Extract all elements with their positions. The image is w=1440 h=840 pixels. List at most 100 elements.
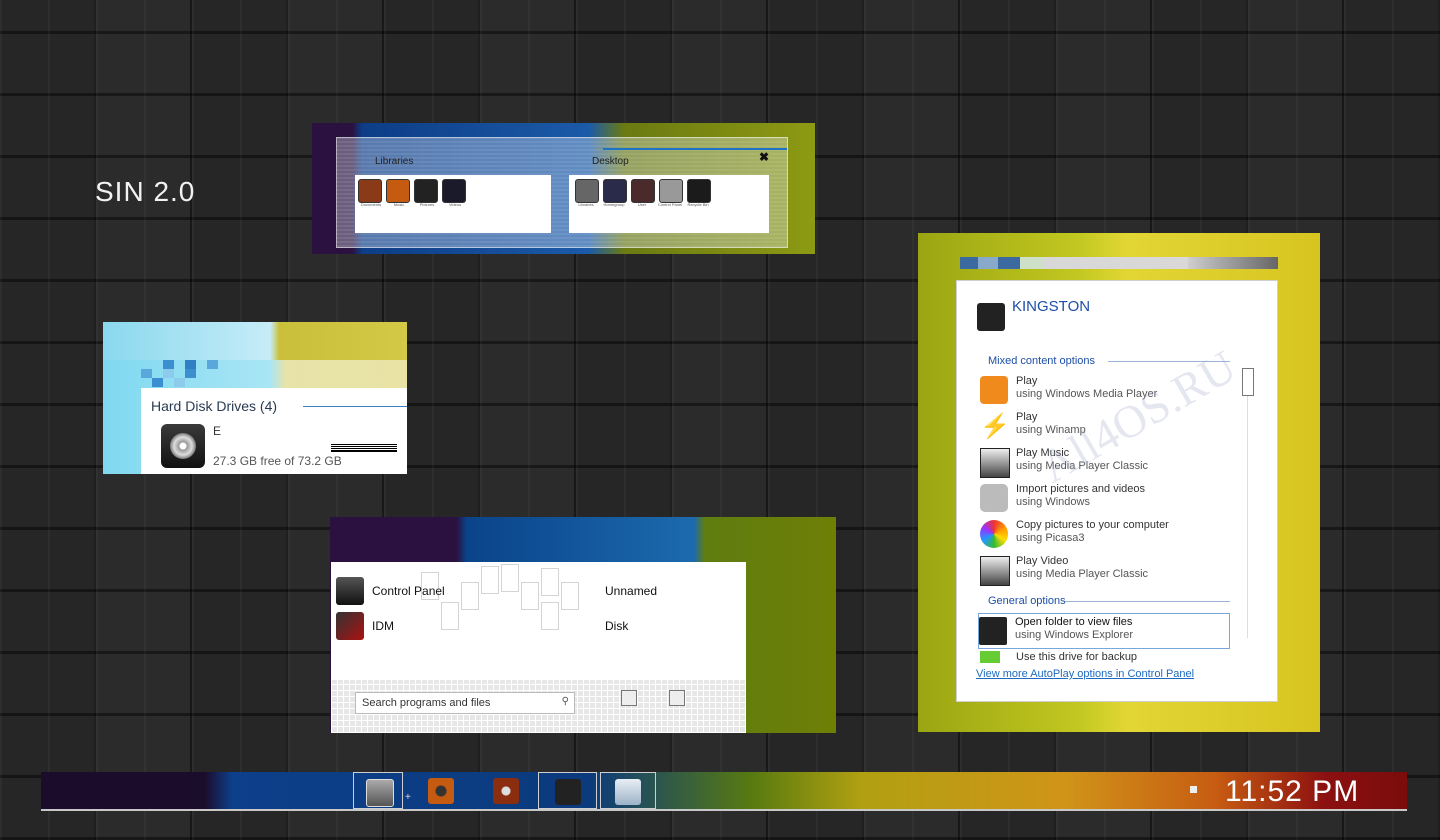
program-control-panel[interactable]: Control Panel xyxy=(336,577,445,605)
option-play-video-mpc[interactable]: Play Video using Media Player Classic xyxy=(980,553,1230,587)
start-menu-footer: Search programs and files ⚲ xyxy=(331,680,746,733)
option-title: Use this drive for backup xyxy=(1016,651,1138,663)
winamp-icon: ⚡ xyxy=(980,413,1010,440)
option-copy-picasa[interactable]: Copy pictures to your computer using Pic… xyxy=(980,517,1230,551)
libraries-icon xyxy=(575,179,599,203)
taskbar: + 11:52 PM xyxy=(41,772,1407,811)
option-open-folder[interactable]: Open folder to view files using Windows … xyxy=(978,613,1230,649)
tile xyxy=(174,378,185,387)
close-icon[interactable]: ✖ xyxy=(759,150,769,164)
tile xyxy=(141,369,152,378)
option-subtitle: using Picasa3 xyxy=(1016,532,1085,544)
right-item-label: Unnamed xyxy=(605,584,658,598)
explorer-window: Hard Disk Drives (4) E 27.3 GB free of 7… xyxy=(103,322,407,474)
option-backup[interactable]: Use this drive for backup xyxy=(980,651,1230,663)
tile-ghost xyxy=(481,566,499,594)
theme-title: SIN 2.0 xyxy=(95,176,196,207)
section-divider xyxy=(1065,601,1230,602)
tile-ghost xyxy=(521,582,539,610)
folder-icon xyxy=(979,617,1007,645)
explorer-content: Hard Disk Drives (4) E 27.3 GB free of 7… xyxy=(141,388,407,474)
program-label: Control Panel xyxy=(372,584,445,598)
switcher-glass: Libraries Desktop ✖ Documents Music Pict… xyxy=(336,137,788,248)
tile xyxy=(1020,257,1044,269)
wmp-icon xyxy=(980,376,1008,404)
desktop-preview[interactable]: Libraries Homegroup User Control Panel R… xyxy=(569,175,769,233)
user-caption: User xyxy=(637,202,647,207)
autoplay-dialog: KINGSTON Mixed content options Play usin… xyxy=(957,281,1277,701)
general-options-header: General options xyxy=(988,595,1066,607)
tile xyxy=(185,360,196,369)
hard-disk-group-header[interactable]: Hard Disk Drives (4) xyxy=(151,398,277,414)
control-panel-caption: Control Panel xyxy=(657,202,683,207)
taskbar-winamp[interactable] xyxy=(481,772,531,809)
drive-name[interactable]: E xyxy=(213,424,221,438)
camera-icon xyxy=(980,484,1008,512)
recycle-bin-icon xyxy=(687,179,711,203)
tray-icon[interactable] xyxy=(1190,786,1197,793)
documents-icon xyxy=(358,179,382,203)
option-subtitle: using Media Player Classic xyxy=(1016,568,1149,580)
picasa-icon xyxy=(980,520,1008,548)
notepad-icon xyxy=(615,779,641,805)
tile xyxy=(978,257,998,269)
options-button[interactable] xyxy=(669,690,685,706)
shutdown-button[interactable] xyxy=(621,690,637,706)
tile-ghost xyxy=(461,582,479,610)
start-orb-button[interactable] xyxy=(353,772,403,809)
taskbar-media-player[interactable] xyxy=(416,772,466,809)
search-placeholder: Search programs and files xyxy=(362,697,491,709)
documents-caption: Documents xyxy=(360,202,382,207)
idm-icon xyxy=(336,612,364,640)
mpc-icon xyxy=(980,556,1010,586)
videos-icon xyxy=(442,179,466,203)
right-item-label: Disk xyxy=(605,619,629,633)
homegroup-caption: Homegroup xyxy=(603,202,625,207)
taskbar-windows-media[interactable] xyxy=(538,772,597,809)
tile xyxy=(163,369,174,378)
control-panel-icon xyxy=(659,179,683,203)
mpc-icon xyxy=(980,448,1010,478)
homegroup-icon xyxy=(603,179,627,203)
tile xyxy=(960,257,978,269)
tile-ghost xyxy=(541,568,559,596)
drive-free-space: 27.3 GB free of 73.2 GB xyxy=(213,454,342,468)
scrollbar[interactable] xyxy=(1242,368,1258,638)
right-item-disk[interactable]: Disk xyxy=(605,619,628,633)
tile xyxy=(185,369,196,378)
tile xyxy=(1044,257,1188,269)
tile xyxy=(1188,257,1278,269)
option-title: Copy pictures to your computer xyxy=(1016,519,1169,531)
recycle-bin-caption: Recycle Bin xyxy=(687,202,709,207)
windows-media-icon xyxy=(555,779,581,805)
option-subtitle: using Windows xyxy=(1016,496,1090,508)
libraries-preview[interactable]: Documents Music Pictures Videos xyxy=(355,175,551,233)
tile xyxy=(152,378,163,387)
usb-drive-icon xyxy=(977,303,1005,331)
option-subtitle: using Windows Explorer xyxy=(1015,629,1133,641)
search-input[interactable]: Search programs and files ⚲ xyxy=(355,692,575,714)
start-menu-panel: Control Panel IDM Unnamed Disk Search pr… xyxy=(331,562,746,733)
program-label: IDM xyxy=(372,619,394,633)
option-import-pictures[interactable]: Import pictures and videos using Windows xyxy=(980,481,1230,515)
winamp-icon xyxy=(493,778,519,804)
scrollbar-thumb[interactable] xyxy=(1242,368,1254,396)
tile-ghost xyxy=(501,564,519,592)
clock[interactable]: 11:52 PM xyxy=(1225,775,1359,809)
hard-drive-icon[interactable] xyxy=(161,424,205,468)
option-title: Import pictures and videos xyxy=(1016,483,1146,495)
tile-ghost xyxy=(441,602,459,630)
taskbar-notepad[interactable] xyxy=(600,772,656,809)
backup-icon xyxy=(980,651,1000,663)
search-icon: ⚲ xyxy=(561,696,569,707)
group-divider xyxy=(303,406,407,407)
desktop-label: Desktop xyxy=(592,156,629,167)
program-idm[interactable]: IDM xyxy=(336,612,394,640)
tile xyxy=(207,360,218,369)
more-autoplay-link[interactable]: View more AutoPlay options in Control Pa… xyxy=(976,668,1194,680)
right-item-unnamed[interactable]: Unnamed xyxy=(605,584,657,598)
option-title: Play xyxy=(1016,375,1038,387)
tile-ghost xyxy=(561,582,579,610)
media-player-icon xyxy=(428,778,454,804)
libraries-caption: Libraries xyxy=(578,202,594,207)
